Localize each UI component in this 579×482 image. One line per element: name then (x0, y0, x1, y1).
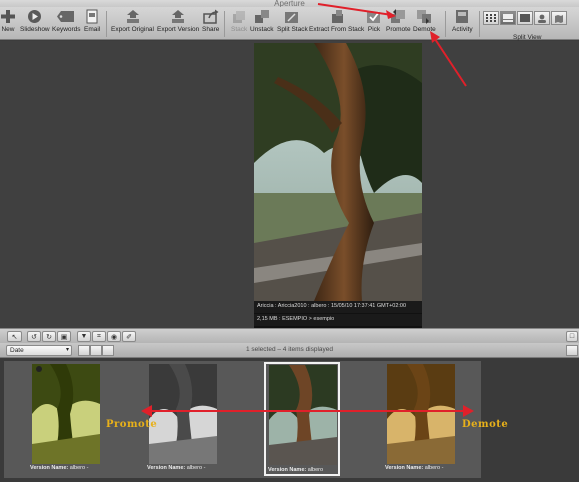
annotation-arrows (141, 3, 474, 417)
